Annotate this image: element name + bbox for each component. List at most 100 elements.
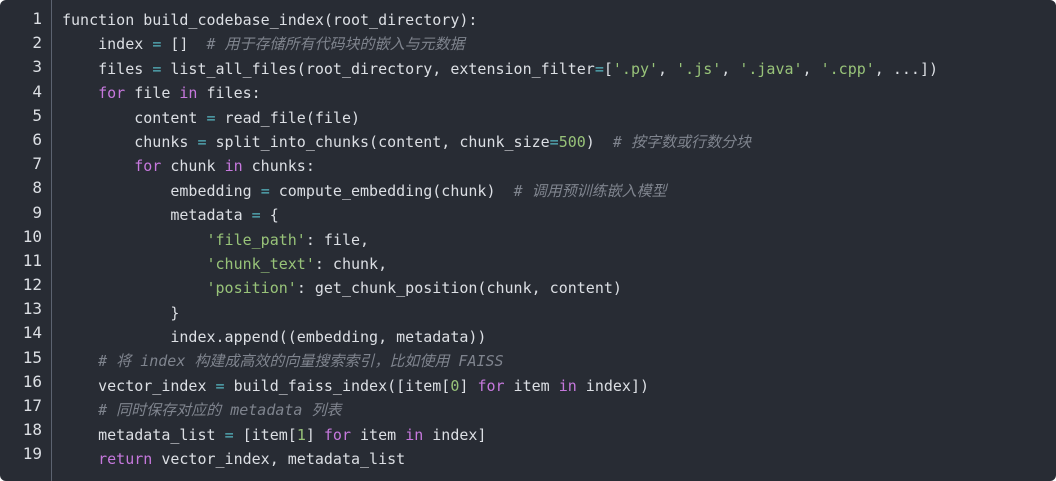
code-line: 'position': get_chunk_position(chunk, co… <box>62 276 1056 300</box>
code-line: files = list_all_files(root_directory, e… <box>62 57 1056 81</box>
line-number: 18 <box>22 420 42 440</box>
keyword-token: in <box>224 157 243 176</box>
code-token: : chunk, <box>314 254 388 273</box>
code-token: } <box>62 303 180 322</box>
code-token: ) <box>585 132 613 151</box>
operator-token: = <box>215 376 225 395</box>
code-token: read_file(file) <box>215 108 361 127</box>
code-token: metadata_list <box>62 425 225 444</box>
line-number: 4 <box>32 81 42 101</box>
code-token: build_faiss_index([item[ <box>224 376 451 395</box>
code-token: chunk <box>161 157 225 176</box>
keyword-token: for <box>477 376 505 395</box>
code-line: chunks = split_into_chunks(content, chun… <box>62 130 1056 154</box>
code-line: } <box>62 301 1056 325</box>
code-line: metadata_list = [item[1] for item in ind… <box>62 423 1056 447</box>
code-line: for file in files: <box>62 81 1056 105</box>
code-token: [] <box>161 35 207 54</box>
operator-token: = <box>594 59 604 78</box>
operator-token: = <box>260 181 270 200</box>
code-token: item <box>504 376 559 395</box>
code-line: vector_index = build_faiss_index([item[0… <box>62 374 1056 398</box>
line-number: 13 <box>22 299 42 319</box>
operator-token: = <box>224 425 234 444</box>
code-token: : get_chunk_position(chunk, content) <box>296 279 622 298</box>
code-line: for chunk in chunks: <box>62 154 1056 178</box>
keyword-token: in <box>179 84 198 103</box>
code-line: embedding = compute_embedding(chunk) # 调… <box>62 179 1056 203</box>
keyword-token: in <box>405 425 424 444</box>
line-number: 16 <box>22 371 42 391</box>
code-token: chunks <box>62 132 198 151</box>
number-token: 500 <box>558 132 586 151</box>
line-number: 6 <box>32 129 42 149</box>
code-token: vector_index <box>62 376 216 395</box>
keyword-token: for <box>323 425 351 444</box>
line-number: 10 <box>22 226 42 246</box>
keyword-token: return <box>98 450 153 469</box>
line-number: 11 <box>22 250 42 270</box>
code-editor: 1 2 3 4 5 6 7 8 9 10 11 12 13 14 15 16 17 18 19 function b… <box>0 0 1056 481</box>
comment-token: # 用于存储所有代码块的嵌入与元数据 <box>206 35 465 54</box>
comment-token: # 同时保存对应的 metadata 列表 <box>98 401 342 420</box>
code-token: index.append((embedding, metadata)) <box>62 328 487 347</box>
code-line: function build_codebase_index(root_direc… <box>62 8 1056 32</box>
code-token: list_all_files(root_directory, extension… <box>161 59 595 78</box>
line-number: 17 <box>22 396 42 415</box>
line-number: 8 <box>32 178 42 198</box>
code-line: return vector_index, metadata_list <box>62 447 1056 471</box>
operator-token: = <box>152 59 162 78</box>
code-line: content = read_file(file) <box>62 106 1056 130</box>
code-token: , ...]) <box>874 59 939 78</box>
code-line: 'chunk_text': chunk, <box>62 252 1056 276</box>
code-token: [ <box>603 59 613 78</box>
line-number: 15 <box>22 347 42 367</box>
code-token: file <box>125 84 180 103</box>
line-number: 5 <box>32 105 42 125</box>
code-token: { <box>260 206 279 225</box>
code-line: index.append((embedding, metadata)) <box>62 325 1056 349</box>
line-number: 7 <box>32 154 42 174</box>
line-number: 2 <box>32 33 42 53</box>
code-token: vector_index, metadata_list <box>152 450 406 469</box>
operator-token: = <box>251 206 261 225</box>
code-token: , <box>802 59 821 78</box>
operator-token: = <box>197 132 207 151</box>
string-token: 'chunk_text' <box>206 254 315 273</box>
code-token: item <box>351 425 406 444</box>
code-token: index <box>62 35 153 54</box>
line-number: 1 <box>32 9 42 28</box>
code-token: split_into_chunks(content, chunk_size <box>206 132 550 151</box>
code-token: compute_embedding(chunk) <box>269 181 514 200</box>
keyword-token: for <box>98 84 126 103</box>
keyword-token: in <box>558 376 577 395</box>
code-token: , <box>721 59 740 78</box>
number-token: 1 <box>296 425 306 444</box>
string-token: '.js' <box>676 59 722 78</box>
code-token: [item[ <box>233 425 297 444</box>
code-token: files <box>62 59 153 78</box>
code-token: ] <box>305 425 324 444</box>
code-token: metadata <box>62 206 252 225</box>
code-token: index]) <box>576 376 650 395</box>
code-line: metadata = { <box>62 203 1056 227</box>
line-number: 3 <box>32 57 42 77</box>
line-number: 14 <box>22 323 42 343</box>
code-line: # 同时保存对应的 metadata 列表 <box>62 398 1056 422</box>
code-line: index = [] # 用于存储所有代码块的嵌入与元数据 <box>62 32 1056 56</box>
code-token: files: <box>197 84 261 103</box>
code-token: , <box>658 59 677 78</box>
code-line: # 将 index 构建成高效的向量搜索索引，比如使用 FAISS <box>62 349 1056 373</box>
code-block[interactable]: function build_codebase_index(root_direc… <box>62 8 1056 471</box>
code-token: : file, <box>305 230 370 249</box>
string-token: 'file_path' <box>206 230 306 249</box>
comment-token: # 调用预训练嵌入模型 <box>513 181 667 200</box>
